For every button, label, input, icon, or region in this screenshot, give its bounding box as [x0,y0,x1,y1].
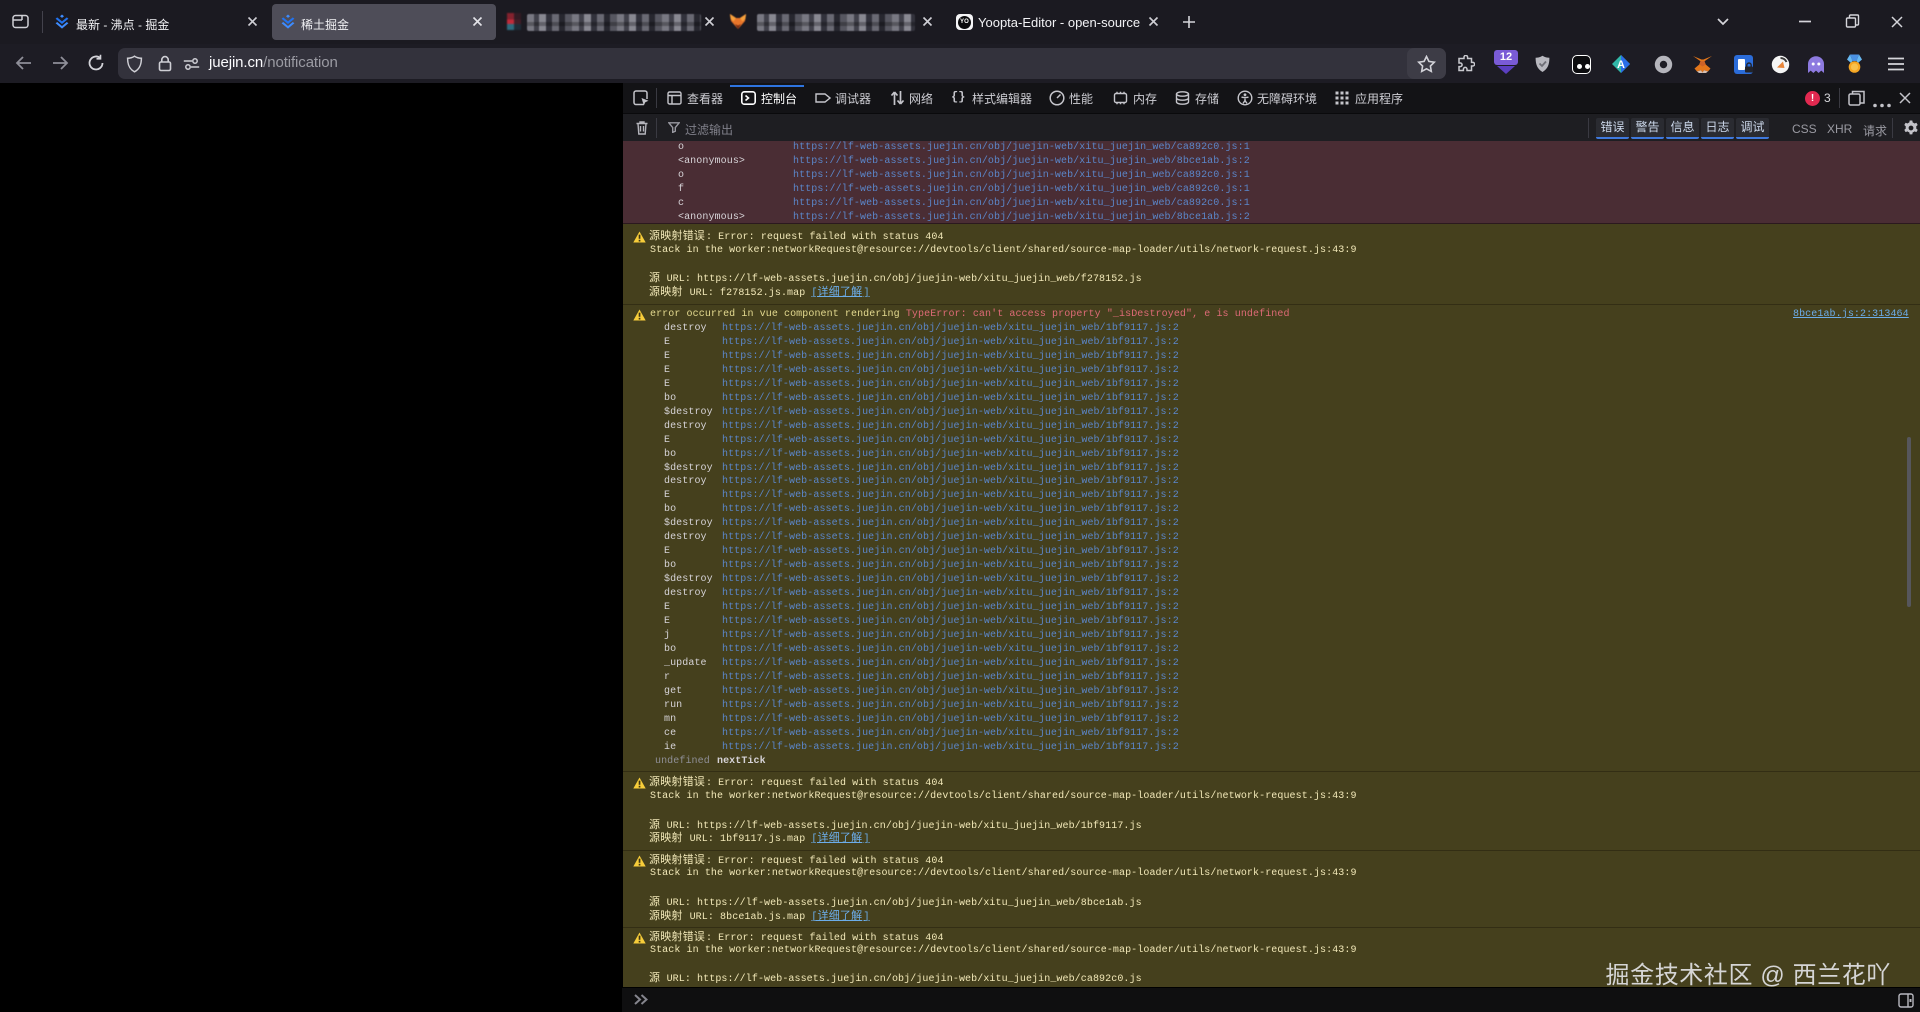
svg-text:A: A [1617,59,1625,71]
